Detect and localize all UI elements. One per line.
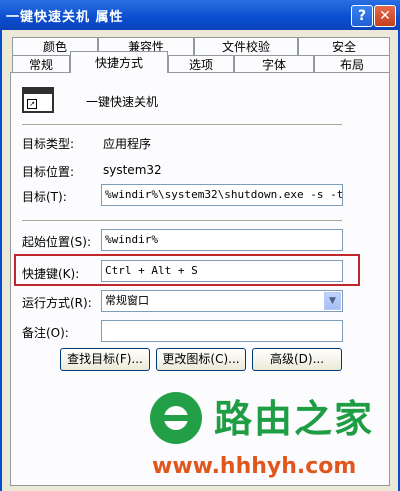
watermark-url: www.hhhyh.com <box>152 454 357 479</box>
app-icon: ↗ <box>22 87 54 113</box>
run-select-value: 常规窗口 <box>105 294 149 307</box>
chevron-down-icon[interactable]: ▼ <box>324 292 341 310</box>
target-location-value: system32 <box>103 163 162 177</box>
hotkey-input[interactable]: Ctrl + Alt + S <box>101 260 343 282</box>
tab-layout[interactable]: 布局 <box>314 55 390 73</box>
target-type-value: 应用程序 <box>103 137 152 151</box>
separator <box>22 124 342 125</box>
change-icon-button[interactable]: 更改图标(C)... <box>156 348 246 371</box>
target-type-label: 目标类型: <box>22 137 75 151</box>
separator <box>22 220 342 221</box>
tab-general[interactable]: 常规 <box>12 55 70 73</box>
tab-options[interactable]: 选项 <box>168 55 234 73</box>
window-title: 一键快速关机 属性 <box>6 10 124 25</box>
close-button[interactable]: ✕ <box>374 5 396 27</box>
hotkey-label: 快捷键(K): <box>22 267 80 281</box>
tab-shortcut[interactable]: 快捷方式 <box>70 51 168 73</box>
tab-security[interactable]: 安全 <box>298 37 390 55</box>
run-select[interactable]: 常规窗口 ▼ <box>101 290 343 312</box>
watermark-brand: 路由之家 <box>214 397 375 441</box>
tab-file-checksum[interactable]: 文件校验 <box>194 37 298 55</box>
help-button[interactable]: ? <box>351 5 373 27</box>
comment-label: 备注(O): <box>22 326 69 340</box>
watermark-logo-icon <box>150 392 202 444</box>
target-label: 目标(T): <box>22 190 67 204</box>
advanced-button[interactable]: 高级(D)... <box>252 348 342 371</box>
title-bar: 一键快速关机 属性 ? ✕ <box>0 0 400 30</box>
find-target-button[interactable]: 查找目标(F)... <box>60 348 150 371</box>
target-location-label: 目标位置: <box>22 165 75 179</box>
start-in-input[interactable]: %windir% <box>101 229 343 251</box>
shortcut-name: 一键快速关机 <box>86 95 159 109</box>
target-input[interactable]: %windir%\system32\shutdown.exe -s -t 0 <box>101 184 343 206</box>
start-in-label: 起始位置(S): <box>22 235 92 249</box>
tab-font[interactable]: 字体 <box>234 55 314 73</box>
comment-input[interactable] <box>101 320 343 342</box>
run-label: 运行方式(R): <box>22 296 92 310</box>
